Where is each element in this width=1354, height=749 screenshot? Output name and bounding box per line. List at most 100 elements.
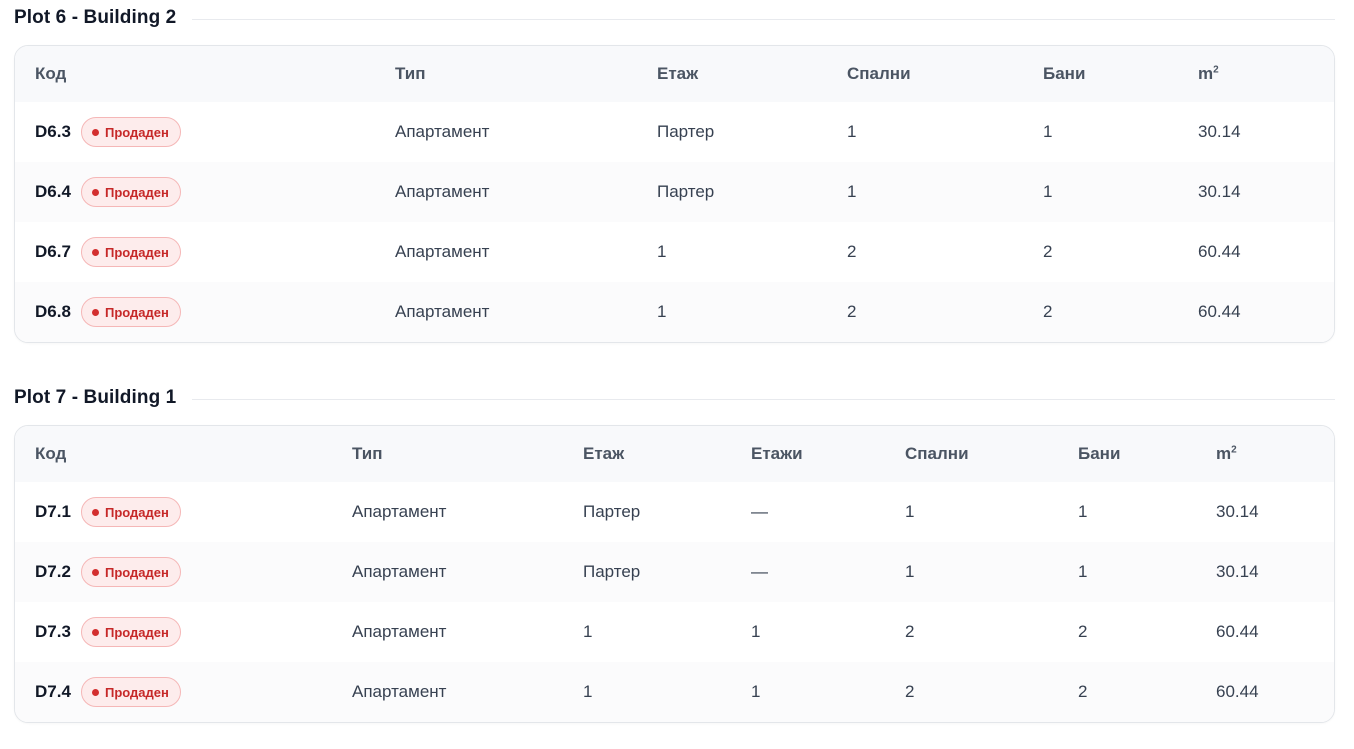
status-badge: Продаден: [81, 557, 181, 587]
unit-code-cell: D6.8 Продаден: [35, 297, 375, 327]
unit-type: Апартамент: [375, 162, 637, 222]
unit-type: Апартамент: [332, 542, 563, 602]
status-label: Продаден: [105, 684, 169, 700]
table-header-row: Код Тип Етаж Етажи Спални Бани m2: [15, 426, 1334, 482]
column-header-bedrooms[interactable]: Спални: [827, 46, 1023, 102]
column-header-baths[interactable]: Бани: [1058, 426, 1196, 482]
unit-code-cell: D6.7 Продаден: [35, 237, 375, 267]
status-badge: Продаден: [81, 237, 181, 267]
table-row[interactable]: D6.8 Продаден Апартамент 1 2 2 60.44: [15, 282, 1334, 342]
unit-code-cell: D7.1 Продаден: [35, 497, 332, 527]
column-header-area[interactable]: m2: [1178, 46, 1334, 102]
unit-floors: 1: [751, 622, 761, 641]
table-row[interactable]: D6.4 Продаден Апартамент Партер 1 1 30.14: [15, 162, 1334, 222]
area-unit-exponent: 2: [1213, 64, 1219, 76]
unit-type: Апартамент: [352, 502, 447, 521]
unit-floors: —: [731, 542, 885, 602]
unit-floors: —: [751, 502, 768, 521]
unit-area: 30.14: [1198, 122, 1241, 141]
unit-baths: 2: [1023, 282, 1178, 342]
unit-code[interactable]: D6.3: [35, 122, 81, 142]
status-dot-icon: [92, 188, 99, 196]
unit-baths: 1: [1023, 162, 1178, 222]
column-header-floor[interactable]: Етаж: [563, 426, 731, 482]
unit-code[interactable]: D7.4: [35, 682, 81, 702]
status-label: Продаден: [105, 504, 169, 520]
unit-area: 60.44: [1196, 662, 1334, 722]
status-label: Продаден: [105, 624, 169, 640]
column-header-type[interactable]: Тип: [332, 426, 563, 482]
units-table-card: Код Тип Етаж Спални Бани m2 D6.3 Продаден…: [14, 45, 1335, 343]
table-row[interactable]: D7.1 Продаден Апартамент Партер — 1 1 30.…: [15, 482, 1334, 542]
table-header-row: Код Тип Етаж Спални Бани m2: [15, 46, 1334, 102]
unit-type: Апартамент: [395, 122, 490, 141]
section-header: Plot 6 - Building 2: [14, 0, 1335, 36]
section-header: Plot 7 - Building 1: [14, 380, 1335, 416]
unit-code[interactable]: D6.7: [35, 242, 81, 262]
area-unit-label: m: [1216, 444, 1232, 463]
unit-area: 30.14: [1216, 502, 1259, 521]
section-title: Plot 7 - Building 1: [14, 387, 177, 408]
status-label: Продаден: [105, 184, 169, 200]
unit-type: Апартамент: [395, 242, 490, 261]
section-plot-6-building-2: Plot 6 - Building 2 Код Тип Етаж Спални …: [14, 0, 1335, 343]
unit-floor: 1: [637, 282, 827, 342]
table-row[interactable]: D6.3 Продаден Апартамент Партер 1 1 30.14: [15, 102, 1334, 162]
unit-area: 30.14: [1196, 542, 1334, 602]
column-header-code[interactable]: Код: [15, 426, 332, 482]
unit-area: 60.44: [1178, 282, 1334, 342]
table-row[interactable]: D7.3 Продаден Апартамент 1 1 2 2 60.44: [15, 602, 1334, 662]
table-row[interactable]: D6.7 Продаден Апартамент 1 2 2 60.44: [15, 222, 1334, 282]
unit-code[interactable]: D7.1: [35, 502, 81, 522]
unit-baths: 2: [1043, 242, 1053, 261]
unit-bedrooms: 2: [827, 282, 1023, 342]
status-label: Продаден: [105, 124, 169, 140]
column-header-area[interactable]: m2: [1196, 426, 1334, 482]
status-label: Продаден: [105, 564, 169, 580]
unit-code-cell: D7.4 Продаден: [35, 677, 332, 707]
status-dot-icon: [92, 248, 99, 256]
unit-code[interactable]: D7.2: [35, 562, 81, 582]
unit-floor: 1: [583, 622, 593, 641]
unit-floor: 1: [657, 242, 667, 261]
status-dot-icon: [92, 688, 99, 696]
status-badge: Продаден: [81, 617, 181, 647]
unit-code-cell: D7.2 Продаден: [35, 557, 332, 587]
status-badge: Продаден: [81, 177, 181, 207]
unit-area: 60.44: [1216, 622, 1259, 641]
section-title: Plot 6 - Building 2: [14, 7, 177, 28]
table-row[interactable]: D7.2 Продаден Апартамент Партер — 1 1 30.…: [15, 542, 1334, 602]
unit-baths: 1: [1058, 542, 1196, 602]
status-dot-icon: [92, 308, 99, 316]
unit-code[interactable]: D7.3: [35, 622, 81, 642]
unit-baths: 2: [1078, 622, 1088, 641]
column-header-type[interactable]: Тип: [375, 46, 637, 102]
unit-bedrooms: 1: [905, 502, 915, 521]
status-label: Продаден: [105, 244, 169, 260]
unit-type: Апартамент: [332, 662, 563, 722]
status-badge: Продаден: [81, 677, 181, 707]
column-header-bedrooms[interactable]: Спални: [885, 426, 1058, 482]
unit-floor: Партер: [583, 502, 641, 521]
unit-baths: 1: [1078, 502, 1088, 521]
unit-floors: 1: [731, 662, 885, 722]
table-row[interactable]: D7.4 Продаден Апартамент 1 1 2 2 60.44: [15, 662, 1334, 722]
status-badge: Продаден: [81, 297, 181, 327]
unit-floor: Партер: [563, 542, 731, 602]
unit-floor: Партер: [657, 122, 715, 141]
unit-bedrooms: 2: [885, 662, 1058, 722]
unit-code[interactable]: D6.4: [35, 182, 81, 202]
unit-bedrooms: 2: [847, 242, 857, 261]
column-header-floors[interactable]: Етажи: [731, 426, 885, 482]
unit-bedrooms: 1: [847, 122, 857, 141]
unit-code[interactable]: D6.8: [35, 302, 81, 322]
units-table: Код Тип Етаж Спални Бани m2 D6.3 Продаден…: [15, 46, 1334, 342]
unit-floor: Партер: [637, 162, 827, 222]
column-header-floor[interactable]: Етаж: [637, 46, 827, 102]
section-divider: [192, 398, 1335, 400]
area-unit-label: m: [1198, 64, 1214, 83]
status-label: Продаден: [105, 304, 169, 320]
area-unit-exponent: 2: [1231, 444, 1237, 456]
column-header-baths[interactable]: Бани: [1023, 46, 1178, 102]
column-header-code[interactable]: Код: [15, 46, 375, 102]
